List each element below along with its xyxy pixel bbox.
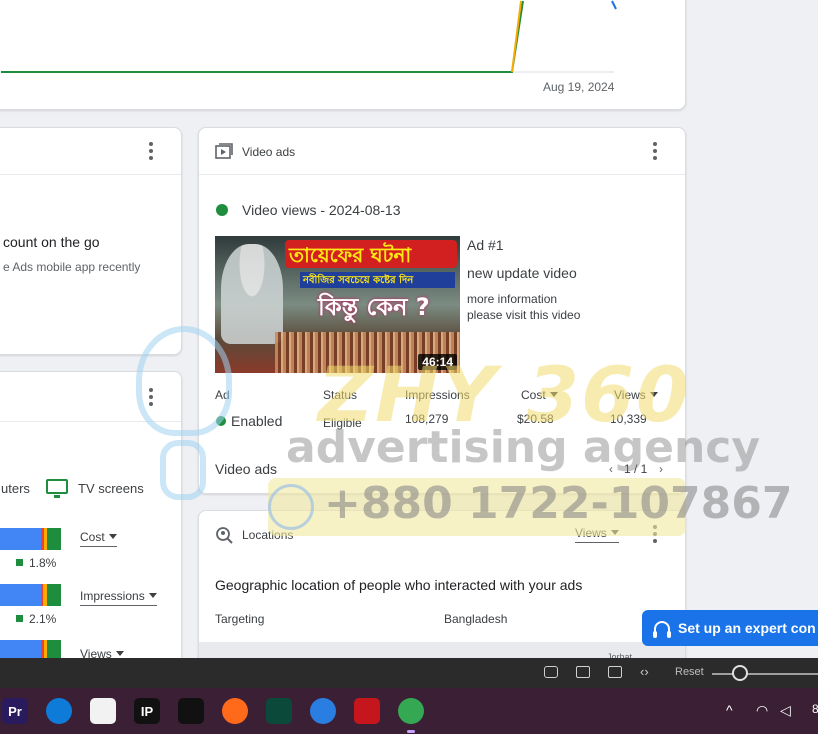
col-header-views[interactable]: Views xyxy=(614,388,658,402)
taskbar-app-acrobat[interactable] xyxy=(354,698,380,724)
taskbar-app-microsoft-store[interactable] xyxy=(90,698,116,724)
metric-select-impressions[interactable]: Impressions xyxy=(80,589,157,606)
prev-page-icon[interactable]: ‹ xyxy=(609,462,613,476)
legend-tv-screens: TV screens xyxy=(78,481,144,496)
camera-icon[interactable] xyxy=(544,666,558,678)
percent-impressions: 2.1% xyxy=(16,612,56,626)
reset-button[interactable]: Reset xyxy=(675,666,704,678)
campaign-link[interactable]: Video views - 2024-08-13 xyxy=(242,202,401,218)
taskbar-app-green[interactable] xyxy=(266,698,292,724)
wifi-icon[interactable]: ◠ xyxy=(756,702,768,719)
watermark-phone-background xyxy=(268,478,686,536)
taskbar-app-chrome[interactable] xyxy=(398,698,424,724)
targeting-label: Targeting xyxy=(215,612,265,626)
clock-partial[interactable]: 8 xyxy=(812,702,818,716)
ad-status-enabled[interactable]: Enabled xyxy=(231,413,282,429)
location-search-icon xyxy=(216,527,233,544)
ad-number: Ad #1 xyxy=(467,237,504,253)
device-bar-cost xyxy=(0,528,61,550)
watermark-bulb-icon xyxy=(136,326,232,436)
chart-date-label: Aug 19, 2024 xyxy=(543,80,615,94)
metric-select-cost[interactable]: Cost xyxy=(80,530,117,547)
watermark-bulb-base xyxy=(160,440,206,500)
targeting-value: Bangladesh xyxy=(444,612,508,626)
ad-description-2: please visit this video xyxy=(467,308,581,322)
thumbnail-title-2: নবীজির সবচেয়ে কষ্টের দিন xyxy=(303,275,414,286)
performance-chart-card: Aug 19, 2024 xyxy=(0,0,686,110)
code-icon[interactable]: ‹› xyxy=(640,664,649,679)
col-header-cost[interactable]: Cost xyxy=(521,388,558,402)
percent-cost: 1.8% xyxy=(16,556,56,570)
thumbnail-title-3: কিন্তু কেন ? xyxy=(318,293,430,321)
ad-status-eligible: Eligible xyxy=(323,416,362,430)
window-icon[interactable] xyxy=(608,666,622,678)
next-page-icon[interactable]: › xyxy=(659,462,663,476)
tv-icon xyxy=(46,479,68,498)
setup-expert-label: Set up an expert con xyxy=(678,620,816,636)
taskbar: Pr IP ^ ◠ ◁ 8 xyxy=(0,688,818,734)
volume-icon[interactable]: ◁ xyxy=(780,702,791,719)
video-ads-icon xyxy=(215,143,233,159)
col-header-status: Status xyxy=(323,388,358,402)
chart-line-orange xyxy=(511,0,522,73)
phone-icon xyxy=(268,484,314,530)
viewer-toolbar: ‹› Reset xyxy=(0,658,818,688)
video-duration: 46:14 xyxy=(418,354,457,370)
mobile-card-subtitle: e Ads mobile app recently xyxy=(3,260,141,274)
chart-line-green xyxy=(1,0,524,73)
pagination-label: 1 / 1 xyxy=(624,462,648,476)
headset-icon xyxy=(653,621,671,638)
device-bar-impressions xyxy=(0,584,61,606)
legend-computers: uters xyxy=(1,481,30,496)
mobile-card-title: count on the go xyxy=(3,234,100,250)
chevron-up-icon[interactable]: ^ xyxy=(726,702,733,718)
zoom-slider[interactable] xyxy=(712,673,818,675)
ad-views-value: 10,339 xyxy=(610,412,647,426)
video-ads-card: Video ads Video views - 2024-08-13 তায়ে… xyxy=(198,127,686,494)
more-vert-icon[interactable] xyxy=(645,141,665,161)
ad-impressions-value: 108,279 xyxy=(405,412,449,426)
ad-headline: new update video xyxy=(467,265,577,281)
more-vert-icon[interactable] xyxy=(141,141,161,161)
setup-expert-button[interactable]: Set up an expert con xyxy=(642,610,818,646)
chart-line-blue xyxy=(611,0,617,10)
video-thumbnail[interactable]: তায়েফের ঘটনা নবীজির সবচেয়ে কষ্টের দিন … xyxy=(215,236,460,373)
thumbnail-title-1: তায়েফের ঘটনা xyxy=(289,243,412,267)
mobile-app-card: count on the go e Ads mobile app recentl… xyxy=(0,127,182,355)
thumbnail-person xyxy=(221,244,283,344)
video-ads-title: Video ads xyxy=(242,145,296,159)
taskbar-app-capcut[interactable] xyxy=(178,698,204,724)
campaign-status-dot xyxy=(216,204,228,216)
taskbar-app-firefox[interactable] xyxy=(222,698,248,724)
zoom-slider-knob[interactable] xyxy=(732,665,748,681)
taskbar-app-ip[interactable]: IP xyxy=(134,698,160,724)
taskbar-app-edge[interactable] xyxy=(46,698,72,724)
taskbar-app-premiere-pro[interactable]: Pr xyxy=(2,698,28,724)
ad-description-1: more information xyxy=(467,292,558,306)
image-icon[interactable] xyxy=(576,666,590,678)
video-ads-footer-link[interactable]: Video ads xyxy=(215,461,277,477)
col-header-impressions[interactable]: Impressions xyxy=(405,388,470,402)
active-app-indicator xyxy=(407,730,415,733)
locations-description: Geographic location of people who intera… xyxy=(215,577,583,593)
ad-cost-value: $20.58 xyxy=(517,412,554,426)
taskbar-app-sync[interactable] xyxy=(310,698,336,724)
